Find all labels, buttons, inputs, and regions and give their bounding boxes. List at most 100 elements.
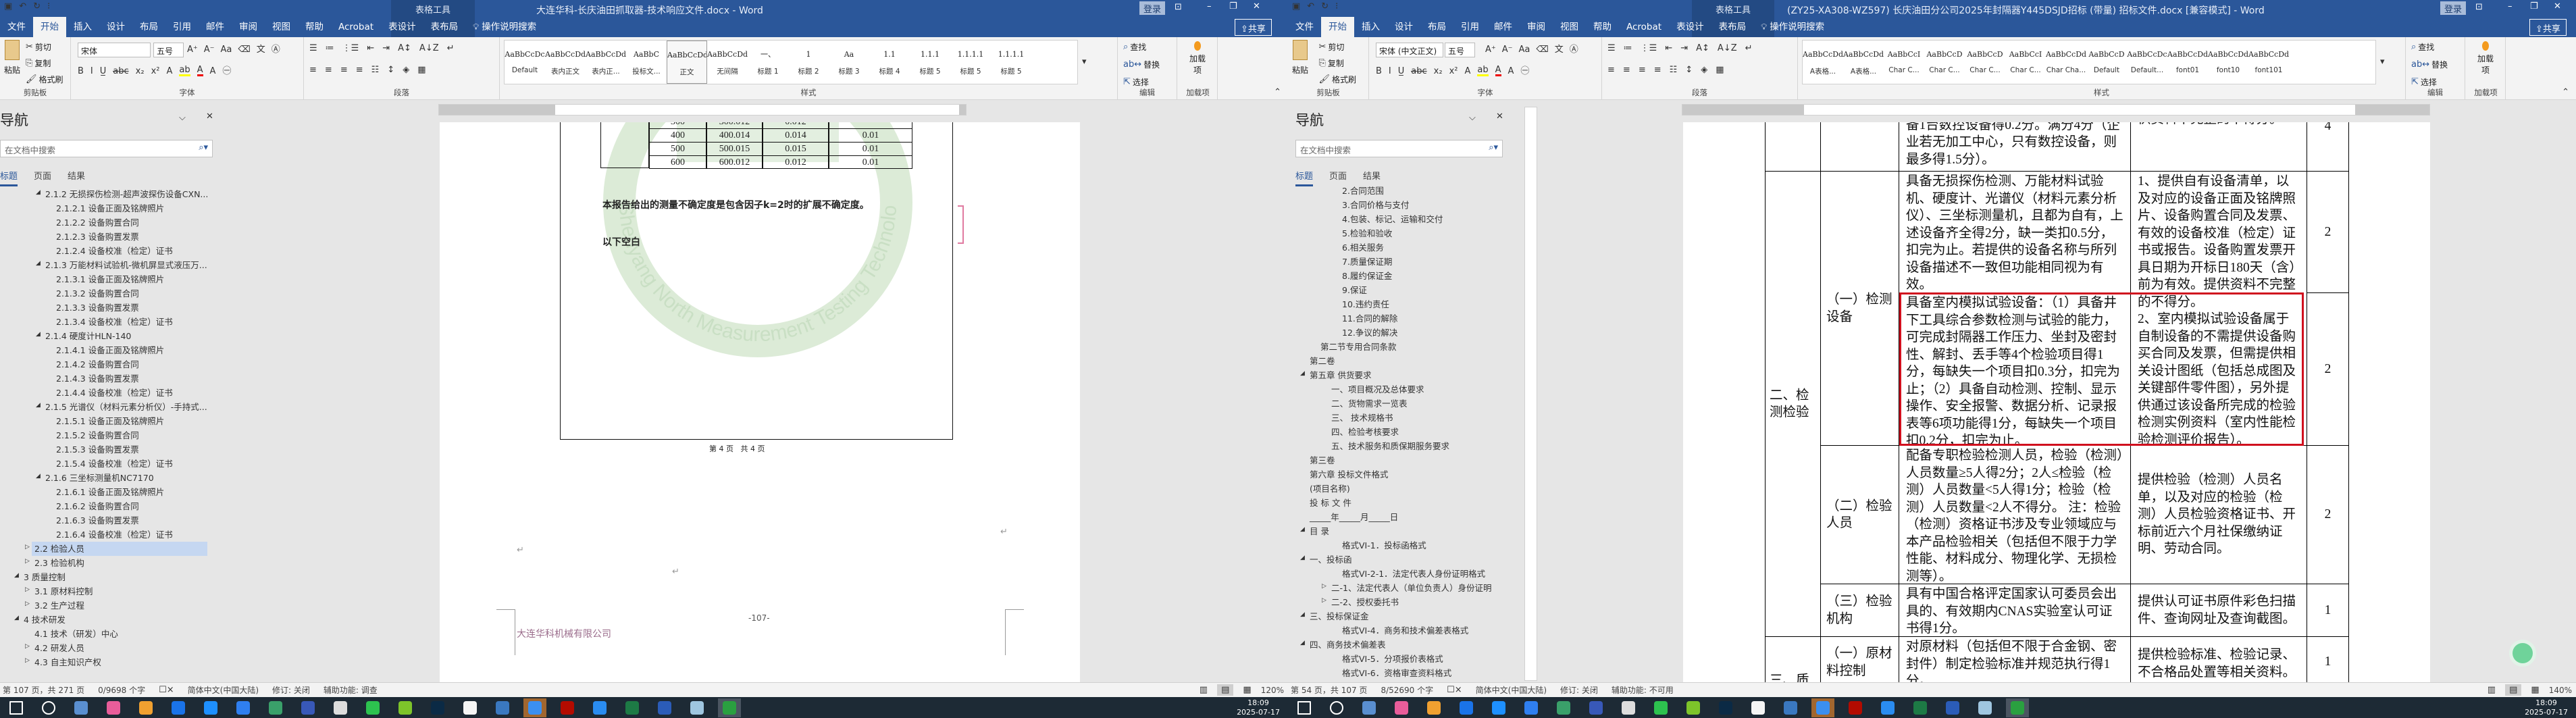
italic-icon[interactable]: I <box>91 67 93 76</box>
expanded-triangle-icon[interactable]: ◢ <box>14 573 19 579</box>
collapsed-triangle-icon[interactable]: ▷ <box>25 658 30 664</box>
taskbar-chat-app[interactable] <box>523 698 546 717</box>
taskbar-xin-app[interactable] <box>1779 698 1802 717</box>
web-layout-icon[interactable]: ▦ <box>2531 686 2539 694</box>
bold-icon[interactable]: B <box>78 67 84 76</box>
expanded-triangle-icon[interactable]: ◢ <box>1300 371 1305 377</box>
tab-3[interactable]: 设计 <box>99 17 132 37</box>
style-item[interactable]: AaBbCcDd 正文 <box>667 41 707 84</box>
tab-10[interactable]: Acrobat <box>1619 17 1669 37</box>
grow-font-icon[interactable]: A⁺ <box>187 45 198 54</box>
nav-heading-item[interactable]: 3.2 生产过程 <box>34 598 84 613</box>
expanded-triangle-icon[interactable]: ◢ <box>1300 527 1305 533</box>
subscript-icon[interactable]: x₂ <box>136 67 145 76</box>
nav-heading-item[interactable]: 12.争议的解决 <box>1342 326 1397 340</box>
cut-button[interactable]: ✂ 剪切 <box>26 41 51 53</box>
nav-heading-item[interactable]: 2.1.4.1 设备正面及铭牌照片 <box>56 343 164 357</box>
select-button[interactable]: ⇱ 选择 <box>1123 76 1149 88</box>
nav-heading-item[interactable]: 格式VI-6．资格审查资料格式 <box>1342 666 1451 680</box>
style-item[interactable]: AaBbCcDd font01 <box>2167 41 2208 84</box>
show-marks-icon[interactable]: ↵ <box>447 44 455 53</box>
taskbar-t-app[interactable] <box>199 698 222 717</box>
style-item[interactable]: AaBbCcI Char C... <box>1884 41 1924 84</box>
horizontal-ruler[interactable] <box>438 104 967 116</box>
style-item[interactable]: 1.1 标题 4 <box>869 41 910 84</box>
bullets-icon[interactable]: ☰ <box>1607 44 1616 53</box>
minimize-icon[interactable]: – <box>1207 2 1212 11</box>
underline-icon[interactable]: U̲ <box>1398 67 1405 76</box>
expanded-triangle-icon[interactable]: ◢ <box>36 403 41 409</box>
taskbar-windows-start[interactable] <box>1293 698 1316 717</box>
nav-heading-item[interactable]: 3 质量控制 <box>24 570 66 584</box>
taskbar-clock[interactable]: 18:09 2025-07-17 <box>2525 698 2568 717</box>
nav-heading-item[interactable]: 4.3 自主知识产权 <box>34 655 101 669</box>
print-layout-icon[interactable]: ▤ <box>2505 684 2522 696</box>
superscript-icon[interactable]: x² <box>151 67 160 76</box>
multilevel-icon[interactable]: ⋮☰ <box>342 44 359 53</box>
copy-button[interactable]: ⎘ 复制 <box>26 57 51 69</box>
tell-me-search[interactable]: 💡︎ 操作说明搜索 <box>465 17 544 37</box>
nav-tab-0[interactable]: 标题 <box>1295 169 1314 186</box>
align-left-icon[interactable]: ≡ <box>1607 66 1615 74</box>
addins-button[interactable]: 加载项 <box>1188 41 1207 76</box>
addins-button[interactable]: 加载项 <box>2476 41 2495 76</box>
taskbar-photo-app[interactable] <box>134 698 157 717</box>
taskbar-green-j-app[interactable] <box>2006 698 2029 717</box>
nav-heading-item[interactable]: 目 录 <box>1310 524 1329 538</box>
style-item[interactable]: AaBbCcDd 无间隔 <box>707 41 748 84</box>
expanded-triangle-icon[interactable]: ◢ <box>1300 612 1305 618</box>
taskbar-dots-app[interactable] <box>167 698 190 717</box>
taskbar-kis-app[interactable] <box>297 698 319 717</box>
collapsed-triangle-icon[interactable]: ▷ <box>25 587 30 593</box>
taskbar-photoshop[interactable] <box>1714 698 1737 717</box>
nav-heading-item[interactable]: 2.1.3.2 设备购置合同 <box>56 286 139 301</box>
font-size-select[interactable]: 五号 <box>1445 43 1475 57</box>
taskbar-blue-circle-app[interactable] <box>1520 698 1543 717</box>
nav-heading-item[interactable]: 投 标 文 件 <box>1310 496 1351 510</box>
char-border-icon[interactable]: Ⓐ <box>272 45 280 54</box>
decrease-indent-icon[interactable]: ⇤ <box>1665 44 1672 53</box>
taskbar-word[interactable] <box>1941 698 1964 717</box>
taskbar-green-j-app[interactable] <box>718 698 741 717</box>
tab-2[interactable]: 插入 <box>66 17 99 37</box>
accessibility[interactable]: 辅助功能: 不可用 <box>1612 684 1674 696</box>
login-button[interactable]: 登录 <box>2440 1 2467 15</box>
nav-heading-item[interactable]: 2.1.2 无损探伤检测-超声波探伤设备CXN... <box>45 187 208 201</box>
clear-format-icon[interactable]: ⌫ <box>1536 45 1548 54</box>
nav-heading-item[interactable]: 11.合同的解除 <box>1342 311 1397 326</box>
redo-icon[interactable]: ↻ <box>1321 2 1329 11</box>
close-icon[interactable]: ✕ <box>206 112 213 121</box>
taskbar-qq[interactable] <box>1747 698 1770 717</box>
zoom-level[interactable]: 120% <box>1261 686 1284 695</box>
taskbar-pen-app[interactable] <box>394 698 417 717</box>
taskbar-excel[interactable] <box>621 698 644 717</box>
nav-heading-item[interactable]: 4.包装、标记、运输和交付 <box>1342 212 1443 226</box>
taskbar-acrobat[interactable] <box>556 698 579 717</box>
collapsed-triangle-icon[interactable]: ▷ <box>1322 598 1326 604</box>
expanded-triangle-icon[interactable]: ◢ <box>1300 640 1305 646</box>
chevron-down-icon[interactable]: ⌵ <box>179 113 186 122</box>
track-changes[interactable]: 修订: 关闭 <box>272 684 310 696</box>
customize-icon[interactable]: ⁝ <box>47 2 50 11</box>
format-painter-button[interactable]: 🖌︎ 格式刷 <box>26 74 63 85</box>
nav-heading-item[interactable]: 三、投标保证金 <box>1310 609 1369 623</box>
tab-10[interactable]: Acrobat <box>331 17 381 37</box>
replace-button[interactable]: ab↔ 替换 <box>1123 59 1160 70</box>
change-case-icon[interactable]: Aa <box>221 45 232 54</box>
nav-heading-item[interactable]: 2.1.6.3 设备购置发票 <box>56 513 139 528</box>
text-effects-icon[interactable]: A <box>1464 67 1470 76</box>
char-shading-icon[interactable]: A <box>1508 67 1514 76</box>
ribbon-display-icon[interactable]: ⊡ <box>2475 3 2483 11</box>
print-layout-icon[interactable]: ▤ <box>1217 684 1234 696</box>
taskbar-clock[interactable]: 18:09 2025-07-17 <box>1237 698 1280 717</box>
tab-1[interactable]: 开始 <box>1321 17 1354 37</box>
collapsed-triangle-icon[interactable]: ▷ <box>1322 584 1326 590</box>
collapse-ribbon-icon[interactable]: ⌃ <box>1274 88 1281 97</box>
nav-heading-item[interactable]: 格式VI-2-1．法定代表人身份证明格式 <box>1342 567 1485 581</box>
expanded-triangle-icon[interactable]: ◢ <box>36 473 41 480</box>
text-effects-icon[interactable]: A <box>166 67 172 76</box>
align-right-icon[interactable]: ≡ <box>340 66 348 74</box>
nav-heading-item[interactable]: 2.1.4.2 设备购置合同 <box>56 357 139 371</box>
style-item[interactable]: AaBbCcDd Char Cha... <box>2046 41 2086 84</box>
style-item[interactable]: 一、 标题 1 <box>748 41 788 84</box>
